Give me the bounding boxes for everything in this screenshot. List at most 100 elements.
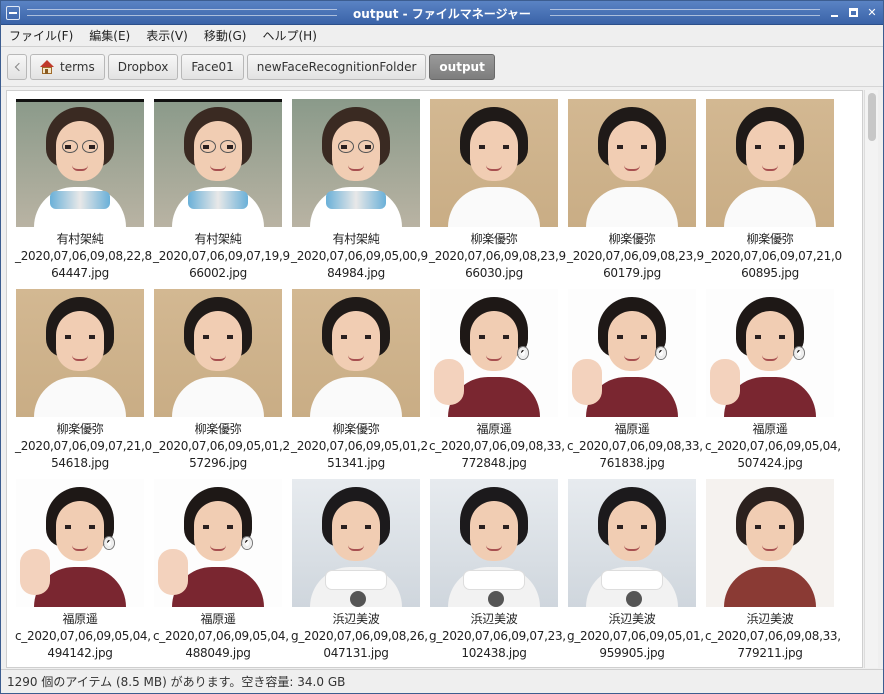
file-name-line: 66030.jpg bbox=[465, 266, 523, 280]
file-item[interactable]: 福原遥 c_2020,07,06,09,08,33, 772848.jpg bbox=[429, 289, 565, 472]
file-thumbnail bbox=[568, 289, 696, 417]
menu-edit[interactable]: 編集(E) bbox=[89, 27, 130, 44]
file-item[interactable]: 浜辺美波 g_2020,07,06,09,07,23, 102438.jpg bbox=[429, 479, 566, 662]
file-thumbnail bbox=[568, 99, 696, 227]
file-item[interactable]: 柳楽優弥 _2020,07,06,09,05,01,2 57296.jpg bbox=[153, 289, 290, 472]
file-name-line: 779211.jpg bbox=[737, 646, 803, 660]
file-item[interactable]: 浜辺美波 g_2020,07,06,09,05,01, 959905.jpg bbox=[567, 479, 704, 662]
vertical-scrollbar[interactable] bbox=[864, 90, 878, 668]
file-name-line: 有村架純 bbox=[332, 232, 380, 246]
file-name-line: 浜辺美波 bbox=[470, 612, 518, 626]
file-view[interactable]: 有村架純 _2020,07,06,09,08,22,8 64447.jpg 有村架純 _… bbox=[6, 90, 863, 668]
status-bar: 1290 個のアイテム (8.5 MB) があります。空き容量: 34.0 GB bbox=[1, 669, 883, 693]
minimize-button[interactable] bbox=[827, 6, 841, 20]
file-name-line: 507424.jpg bbox=[737, 456, 803, 470]
path-bar: terms Dropbox Face01 newFaceRecognitionF… bbox=[1, 47, 883, 87]
file-name-line: _2020,07,06,09,05,01,2 bbox=[291, 439, 428, 453]
file-name-line: 福原遥 bbox=[752, 422, 788, 436]
file-item[interactable]: 福原遥 c_2020,07,06,09,05,04, 494142.jpg bbox=[15, 479, 151, 662]
breadcrumb-label: newFaceRecognitionFolder bbox=[256, 59, 417, 74]
breadcrumb-terms[interactable]: terms bbox=[30, 53, 105, 80]
file-item[interactable]: 浜辺美波 c_2020,07,06,09,08,33, 779211.jpg bbox=[705, 479, 841, 662]
file-name-line: 102438.jpg bbox=[461, 646, 527, 660]
breadcrumb-newfacerecognitionfolder[interactable]: newFaceRecognitionFolder bbox=[246, 53, 427, 80]
file-name-line: _2020,07,06,09,07,19,9 bbox=[153, 249, 290, 263]
file-name-line: _2020,07,06,09,08,22,8 bbox=[15, 249, 152, 263]
file-name-line: 57296.jpg bbox=[189, 456, 247, 470]
breadcrumb-output[interactable]: output bbox=[429, 53, 495, 80]
file-item[interactable]: 福原遥 c_2020,07,06,09,05,04, 488049.jpg bbox=[153, 479, 289, 662]
file-name-line: 66002.jpg bbox=[189, 266, 247, 280]
file-thumbnail bbox=[292, 289, 420, 417]
file-item[interactable]: 柳楽優弥 _2020,07,06,09,08,23,9 66030.jpg bbox=[429, 99, 566, 282]
file-thumbnail bbox=[706, 289, 834, 417]
file-name-line: 60179.jpg bbox=[603, 266, 661, 280]
breadcrumb-dropbox[interactable]: Dropbox bbox=[107, 53, 179, 80]
path-scroll-left-button[interactable] bbox=[7, 53, 27, 80]
file-name-line: c_2020,07,06,09,05,04, bbox=[15, 629, 151, 643]
file-item[interactable]: 有村架純 _2020,07,06,09,05,00,9 84984.jpg bbox=[291, 99, 428, 282]
file-thumbnail bbox=[16, 479, 144, 607]
menu-file[interactable]: ファイル(F) bbox=[9, 27, 73, 44]
file-name-line: 福原遥 bbox=[200, 612, 236, 626]
file-item[interactable]: 柳楽優弥 _2020,07,06,09,07,21,0 60895.jpg bbox=[705, 99, 842, 282]
file-name-line: c_2020,07,06,09,08,33, bbox=[567, 439, 703, 453]
file-name-line: 柳楽優弥 bbox=[746, 232, 794, 246]
file-name-line: _2020,07,06,09,08,23,9 bbox=[567, 249, 704, 263]
file-name-line: _2020,07,06,09,07,21,0 bbox=[15, 439, 152, 453]
file-thumbnail bbox=[154, 479, 282, 607]
file-thumbnail bbox=[292, 479, 420, 607]
file-name-line: 761838.jpg bbox=[599, 456, 665, 470]
file-name-line: 51341.jpg bbox=[327, 456, 385, 470]
file-name-line: g_2020,07,06,09,05,01, bbox=[567, 629, 704, 643]
scrollbar-thumb[interactable] bbox=[868, 93, 876, 141]
title-bar[interactable]: output - ファイルマネージャー ✕ bbox=[1, 1, 883, 25]
file-name-line: 柳楽優弥 bbox=[332, 422, 380, 436]
file-item[interactable]: 柳楽優弥 _2020,07,06,09,05,01,2 51341.jpg bbox=[291, 289, 428, 472]
file-item[interactable]: 有村架純 _2020,07,06,09,07,19,9 66002.jpg bbox=[153, 99, 290, 282]
breadcrumb-face01[interactable]: Face01 bbox=[181, 53, 244, 80]
file-name-line: 柳楽優弥 bbox=[470, 232, 518, 246]
file-item[interactable]: 浜辺美波 g_2020,07,06,09,08,26, 047131.jpg bbox=[291, 479, 428, 662]
file-name-line: 959905.jpg bbox=[599, 646, 665, 660]
file-name-line: 64447.jpg bbox=[51, 266, 109, 280]
file-thumbnail bbox=[430, 479, 558, 607]
file-item[interactable]: 福原遥 c_2020,07,06,09,08,33, 761838.jpg bbox=[567, 289, 703, 472]
file-name-line: 494142.jpg bbox=[47, 646, 113, 660]
menu-go[interactable]: 移動(G) bbox=[204, 27, 247, 44]
menu-bar: ファイル(F) 編集(E) 表示(V) 移動(G) ヘルプ(H) bbox=[1, 25, 883, 47]
maximize-icon bbox=[848, 8, 858, 17]
file-name-line: 福原遥 bbox=[62, 612, 98, 626]
file-name-line: 有村架純 bbox=[56, 232, 104, 246]
file-item[interactable]: 有村架純 _2020,07,06,09,08,22,8 64447.jpg bbox=[15, 99, 152, 282]
file-manager-window: output - ファイルマネージャー ✕ ファイル(F) 編集(E) 表示(V… bbox=[0, 0, 884, 694]
file-name-line: _2020,07,06,09,05,00,9 bbox=[291, 249, 428, 263]
file-name-line: 772848.jpg bbox=[461, 456, 527, 470]
close-button[interactable]: ✕ bbox=[865, 6, 879, 20]
file-name-line: c_2020,07,06,09,05,04, bbox=[705, 439, 841, 453]
file-thumbnail bbox=[154, 99, 282, 227]
breadcrumb-label: terms bbox=[60, 59, 95, 74]
file-item[interactable]: 柳楽優弥 _2020,07,06,09,07,21,0 54618.jpg bbox=[15, 289, 152, 472]
file-name-line: c_2020,07,06,09,08,33, bbox=[429, 439, 565, 453]
file-thumbnail bbox=[16, 289, 144, 417]
file-name-line: 柳楽優弥 bbox=[194, 422, 242, 436]
maximize-button[interactable] bbox=[846, 6, 860, 20]
file-name-line: 柳楽優弥 bbox=[56, 422, 104, 436]
close-icon: ✕ bbox=[867, 6, 877, 19]
status-text: 1290 個のアイテム (8.5 MB) があります。空き容量: 34.0 GB bbox=[7, 675, 346, 689]
file-name-line: 浜辺美波 bbox=[746, 612, 794, 626]
file-name-line: 福原遥 bbox=[476, 422, 512, 436]
file-name-line: g_2020,07,06,09,07,23, bbox=[429, 629, 566, 643]
menu-view[interactable]: 表示(V) bbox=[146, 27, 188, 44]
breadcrumb-label: Dropbox bbox=[117, 59, 169, 74]
file-name-line: c_2020,07,06,09,08,33, bbox=[705, 629, 841, 643]
file-name-line: 浜辺美波 bbox=[608, 612, 656, 626]
file-item[interactable]: 福原遥 c_2020,07,06,09,05,04, 507424.jpg bbox=[705, 289, 841, 472]
menu-help[interactable]: ヘルプ(H) bbox=[262, 27, 316, 44]
file-item[interactable]: 柳楽優弥 _2020,07,06,09,08,23,9 60179.jpg bbox=[567, 99, 704, 282]
file-name-line: 54618.jpg bbox=[51, 456, 109, 470]
file-thumbnail bbox=[154, 289, 282, 417]
file-name-line: 有村架純 bbox=[194, 232, 242, 246]
file-thumbnail bbox=[706, 479, 834, 607]
